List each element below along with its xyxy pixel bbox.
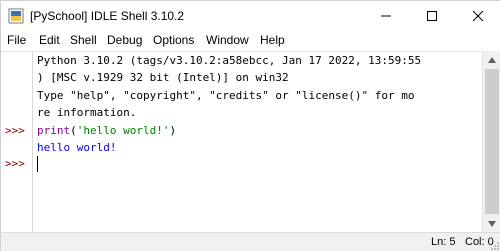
banner-line: ) [MSC v.1929 32 bit (Intel)] on win32 bbox=[37, 71, 289, 84]
menu-shell[interactable]: Shell bbox=[70, 33, 97, 47]
shell-content[interactable]: >>> >>> Python 3.10.2 (tags/v3.10.2:a58e… bbox=[1, 51, 500, 232]
chevron-up-icon bbox=[488, 56, 496, 63]
close-icon bbox=[472, 10, 484, 22]
chevron-down-icon bbox=[488, 220, 496, 227]
window-title: [PySchool] IDLE Shell 3.10.2 bbox=[30, 9, 185, 23]
minimize-button[interactable] bbox=[363, 1, 409, 31]
menu-debug[interactable]: Debug bbox=[107, 33, 142, 47]
banner-line: re information. bbox=[37, 106, 137, 119]
paren-close: ) bbox=[169, 124, 177, 137]
title-bar[interactable]: [PySchool] IDLE Shell 3.10.2 bbox=[1, 1, 500, 31]
string-literal: 'hello world!' bbox=[76, 124, 170, 137]
resize-grip-icon[interactable] bbox=[490, 241, 500, 251]
output-line: hello world! bbox=[37, 141, 117, 154]
menu-help[interactable]: Help bbox=[260, 33, 285, 47]
builtin-function: print bbox=[37, 124, 71, 137]
status-bar: Ln: 5 Col: 0 bbox=[1, 232, 500, 251]
maximize-button[interactable] bbox=[409, 1, 455, 31]
text-caret bbox=[37, 156, 38, 172]
paren-open: ( bbox=[70, 124, 77, 137]
command-line: print('hello world!') bbox=[37, 124, 176, 138]
menu-edit[interactable]: Edit bbox=[39, 33, 60, 47]
banner-line: Type "help", "copyright", "credits" or "… bbox=[37, 89, 415, 102]
menu-file[interactable]: File bbox=[7, 33, 26, 47]
scroll-thumb[interactable] bbox=[485, 69, 499, 214]
menu-options[interactable]: Options bbox=[153, 33, 194, 47]
shell-prompt: >>> bbox=[5, 124, 25, 137]
scroll-down-button[interactable] bbox=[483, 215, 500, 232]
prompt-sidebar: >>> >>> bbox=[1, 52, 33, 232]
shell-prompt: >>> bbox=[5, 157, 25, 170]
scroll-up-button[interactable] bbox=[483, 51, 500, 68]
menu-bar: File Edit Shell Debug Options Window Hel… bbox=[1, 31, 500, 51]
minimize-icon bbox=[381, 15, 391, 17]
maximize-icon bbox=[427, 11, 437, 21]
menu-window[interactable]: Window bbox=[206, 33, 249, 47]
shell-text-area[interactable]: Python 3.10.2 (tags/v3.10.2:a58ebcc, Jan… bbox=[37, 52, 479, 232]
python-app-icon bbox=[8, 8, 24, 24]
banner-line: Python 3.10.2 (tags/v3.10.2:a58ebcc, Jan… bbox=[37, 54, 422, 67]
idle-shell-window: [PySchool] IDLE Shell 3.10.2 File Edit S… bbox=[0, 0, 500, 251]
vertical-scrollbar[interactable] bbox=[482, 51, 500, 232]
close-button[interactable] bbox=[455, 1, 500, 31]
status-line-number: Ln: 5 bbox=[431, 236, 456, 248]
